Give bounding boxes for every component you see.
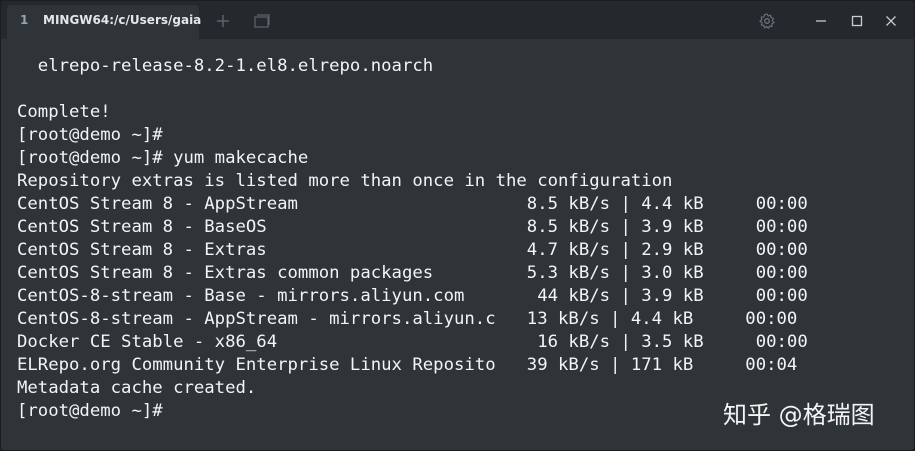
terminal-line: [root@demo ~]# yum makecache <box>17 148 309 168</box>
terminal-line: CentOS Stream 8 - Extras 4.7 kB/s | 2.9 … <box>17 240 808 260</box>
terminal-line: ELRepo.org Community Enterprise Linux Re… <box>17 355 798 375</box>
terminal-line: Repository extras is listed more than on… <box>17 171 673 191</box>
terminal-line: [root@demo ~]# <box>17 401 163 421</box>
terminal-line: CentOS Stream 8 - Extras common packages… <box>17 263 808 283</box>
terminal-output[interactable]: elrepo-release-8.2-1.el8.elrepo.noarch Co… <box>1 39 899 450</box>
window-icon[interactable] <box>252 11 272 31</box>
terminal-line: CentOS-8-stream - Base - mirrors.aliyun.… <box>17 286 808 306</box>
maximize-icon[interactable] <box>847 11 867 31</box>
terminal-line: CentOS Stream 8 - BaseOS 8.5 kB/s | 3.9 … <box>17 217 808 237</box>
terminal-line: [root@demo ~]# <box>17 125 163 145</box>
close-icon[interactable] <box>881 11 901 31</box>
watermark: 知乎 @格瑞图 <box>723 401 875 429</box>
plus-icon[interactable] <box>213 11 233 31</box>
minimize-icon[interactable] <box>811 11 831 31</box>
terminal-line: Metadata cache created. <box>17 378 257 398</box>
tab-mingw64[interactable]: 1 MINGW64:/c/Users/gaia <box>7 5 202 39</box>
terminal-text: elrepo-release-8.2-1.el8.elrepo.noarch Co… <box>17 55 808 423</box>
terminal-line: Docker CE Stable - x86_64 16 kB/s | 3.5 … <box>17 332 808 352</box>
terminal-window: 1 MINGW64:/c/Users/gaia elrepo-release-8… <box>0 0 915 451</box>
terminal-line: CentOS-8-stream - AppStream - mirrors.al… <box>17 309 798 329</box>
terminal-line: CentOS Stream 8 - AppStream 8.5 kB/s | 4… <box>17 194 808 214</box>
scrollbar[interactable] <box>899 39 914 450</box>
gear-icon[interactable] <box>757 11 777 31</box>
terminal-line: elrepo-release-8.2-1.el8.elrepo.noarch <box>17 56 434 76</box>
terminal-line: Complete! <box>17 102 111 122</box>
tab-index: 1 <box>20 13 29 27</box>
tab-title: MINGW64:/c/Users/gaia <box>43 13 202 27</box>
title-bar[interactable]: 1 MINGW64:/c/Users/gaia <box>1 1 914 39</box>
